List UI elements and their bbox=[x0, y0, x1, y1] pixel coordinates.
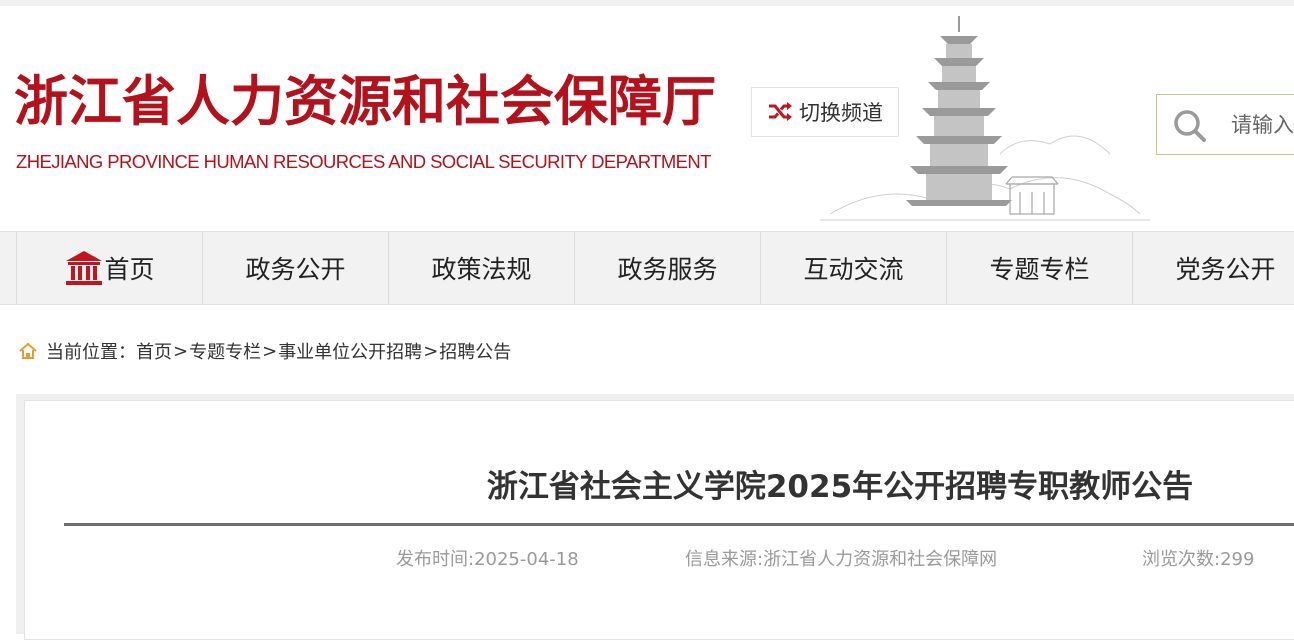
nav-item-government-affairs[interactable]: 政务公开 bbox=[202, 232, 388, 304]
nav-label: 专题专栏 bbox=[989, 255, 1090, 284]
publish-time: 发布时间:2025-04-18 bbox=[396, 549, 579, 570]
main-nav: 首页 政务公开 政策法规 政务服务 互动交流 专题专栏 党务公开 bbox=[0, 231, 1294, 305]
shuffle-icon bbox=[769, 102, 792, 121]
site-logo-subtitle: ZHEJIANG PROVINCE HUMAN RESOURCES AND SO… bbox=[16, 151, 711, 172]
site-header: 浙江省人力资源和社会保障厅 ZHEJIANG PROVINCE HUMAN RE… bbox=[0, 6, 1294, 230]
breadcrumb-link-announcements[interactable]: 招聘公告 bbox=[439, 338, 511, 364]
location-home-icon bbox=[19, 342, 37, 359]
nav-item-party-affairs[interactable]: 党务公开 bbox=[1132, 232, 1294, 304]
search-input[interactable] bbox=[1231, 111, 1294, 139]
breadcrumb-prefix: 当前位置： bbox=[46, 342, 136, 363]
nav-item-services[interactable]: 政务服务 bbox=[574, 232, 760, 304]
breadcrumb: 当前位置： 首页 > 专题专栏 > 事业单位公开招聘 > 招聘公告 bbox=[18, 339, 511, 363]
nav-label: 政务公开 bbox=[245, 255, 346, 284]
nav-item-policies[interactable]: 政策法规 bbox=[388, 232, 574, 304]
nav-item-interaction[interactable]: 互动交流 bbox=[760, 232, 946, 304]
search-box[interactable] bbox=[1156, 94, 1294, 155]
info-source: 信息来源:浙江省人力资源和社会保障网 bbox=[685, 549, 998, 570]
breadcrumb-link-home[interactable]: 首页 bbox=[136, 338, 172, 364]
home-icon bbox=[66, 251, 103, 285]
view-count: 浏览次数:299 bbox=[1142, 549, 1255, 570]
article-panel bbox=[24, 400, 1294, 640]
breadcrumb-separator: > bbox=[262, 340, 278, 362]
nav-label: 政策法规 bbox=[431, 255, 532, 284]
breadcrumb-link-special-topics[interactable]: 专题专栏 bbox=[189, 338, 261, 364]
article-title: 浙江省社会主义学院2025年公开招聘专职教师公告 bbox=[486, 469, 1194, 505]
search-icon[interactable] bbox=[1173, 109, 1207, 143]
nav-label: 政务服务 bbox=[617, 255, 718, 284]
nav-item-special-topics[interactable]: 专题专栏 bbox=[946, 232, 1132, 304]
breadcrumb-link-recruitment[interactable]: 事业单位公开招聘 bbox=[278, 338, 422, 364]
nav-label-home: 首页 bbox=[104, 255, 155, 284]
breadcrumb-separator: > bbox=[173, 340, 189, 362]
site-logo-title[interactable]: 浙江省人力资源和社会保障厅 bbox=[14, 68, 716, 134]
breadcrumb-separator: > bbox=[423, 340, 439, 362]
pagoda-illustration bbox=[820, 16, 1150, 221]
nav-label: 党务公开 bbox=[1175, 255, 1276, 284]
nav-label: 互动交流 bbox=[803, 255, 904, 284]
nav-item-home[interactable]: 首页 bbox=[16, 232, 202, 304]
title-divider bbox=[64, 523, 1294, 526]
